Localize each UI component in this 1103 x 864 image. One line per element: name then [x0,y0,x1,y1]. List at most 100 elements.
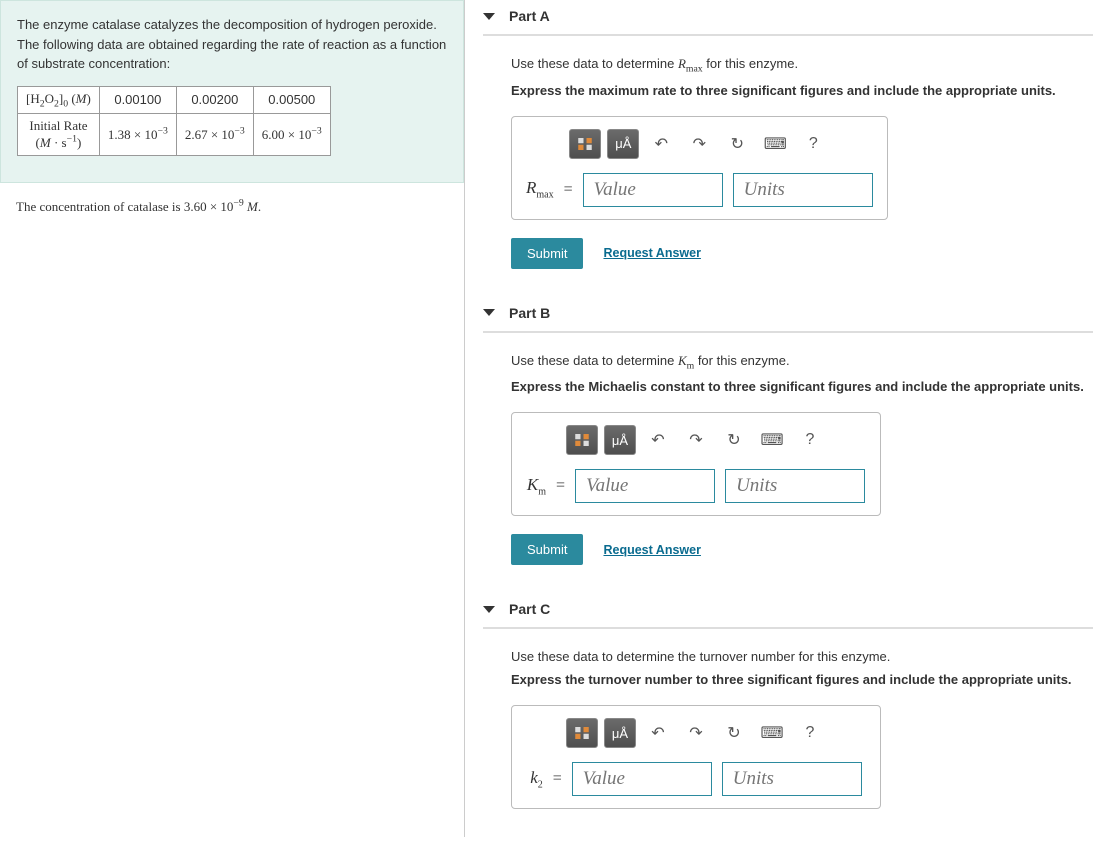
redo-button[interactable]: ↷ [680,425,712,455]
template-button[interactable] [566,718,598,748]
undo-button[interactable]: ↶ [642,718,674,748]
table-row: [H2O2]0 (M) 0.00100 0.00200 0.00500 [18,86,331,114]
input-row: Rmax = [526,173,873,207]
undo-button[interactable]: ↶ [645,129,677,159]
part-c-header[interactable]: Part C [483,593,1093,629]
keyboard-icon: ⌨ [760,723,783,743]
part-a-answer-box: μÅ ↶ ↷ ↻ ⌨ ? Rmax = [511,116,888,220]
answer-toolbar: μÅ ↶ ↷ ↻ ⌨ ? [526,718,866,748]
keyboard-button[interactable]: ⌨ [759,129,791,159]
table-cell: 6.00 × 10−3 [253,114,330,156]
reset-icon: ↻ [727,723,740,743]
table-row: Initial Rate(M · s−1) 1.38 × 10−3 2.67 ×… [18,114,331,156]
submit-row: Submit Request Answer [511,238,1093,269]
template-button[interactable] [566,425,598,455]
table-cell: 0.00200 [176,86,253,114]
units-button[interactable]: μÅ [604,718,636,748]
units-input[interactable] [733,173,873,207]
undo-icon: ↶ [655,134,668,154]
submit-button[interactable]: Submit [511,238,583,269]
request-answer-link[interactable]: Request Answer [603,246,700,260]
value-input[interactable] [575,469,715,503]
redo-icon: ↷ [689,430,702,450]
left-panel: The enzyme catalase catalyzes the decomp… [0,0,465,837]
equals-sign: = [556,477,565,495]
help-icon: ? [806,431,815,449]
table-cell: 0.00500 [253,86,330,114]
caret-down-icon [483,606,495,613]
units-input[interactable] [722,762,862,796]
template-button[interactable] [569,129,601,159]
units-input[interactable] [725,469,865,503]
part-c-prompt: Use these data to determine the turnover… [511,649,1093,664]
value-input[interactable] [583,173,723,207]
submit-button[interactable]: Submit [511,534,583,565]
keyboard-icon: ⌨ [764,134,787,154]
row-header-rate: Initial Rate(M · s−1) [18,114,100,156]
answer-toolbar: μÅ ↶ ↷ ↻ ⌨ ? [526,129,873,159]
catalase-concentration: The concentration of catalase is 3.60 × … [0,183,464,228]
problem-statement-box: The enzyme catalase catalyzes the decomp… [0,0,464,183]
part-b-body: Use these data to determine Km for this … [483,353,1093,566]
data-table: [H2O2]0 (M) 0.00100 0.00200 0.00500 Init… [17,86,331,157]
reset-button[interactable]: ↻ [718,425,750,455]
table-cell: 2.67 × 10−3 [176,114,253,156]
part-b-header[interactable]: Part B [483,297,1093,333]
part-c-answer-box: μÅ ↶ ↷ ↻ ⌨ ? k2 = [511,705,881,809]
redo-button[interactable]: ↷ [680,718,712,748]
problem-intro: The enzyme catalase catalyzes the decomp… [17,15,447,74]
part-c: Part C Use these data to determine the t… [483,593,1093,809]
undo-icon: ↶ [651,723,664,743]
part-c-body: Use these data to determine the turnover… [483,649,1093,809]
equals-sign: = [564,181,573,199]
units-button[interactable]: μÅ [607,129,639,159]
units-button[interactable]: μÅ [604,425,636,455]
part-a-body: Use these data to determine Rmax for thi… [483,56,1093,269]
keyboard-button[interactable]: ⌨ [756,718,788,748]
undo-button[interactable]: ↶ [642,425,674,455]
submit-row: Submit Request Answer [511,534,1093,565]
right-panel: Part A Use these data to determine Rmax … [465,0,1103,837]
equals-sign: = [553,770,562,788]
row-header-concentration: [H2O2]0 (M) [18,86,100,114]
keyboard-icon: ⌨ [760,430,783,450]
keyboard-button[interactable]: ⌨ [756,425,788,455]
value-input[interactable] [572,762,712,796]
help-icon: ? [806,724,815,742]
table-cell: 0.00100 [99,86,176,114]
part-a-header[interactable]: Part A [483,0,1093,36]
part-c-instruction: Express the turnover number to three sig… [511,672,1093,687]
part-a: Part A Use these data to determine Rmax … [483,0,1093,269]
input-row: Km = [526,469,866,503]
part-b-instruction: Express the Michaelis constant to three … [511,379,1093,394]
part-a-title: Part A [509,8,550,24]
request-answer-link[interactable]: Request Answer [603,543,700,557]
help-icon: ? [809,135,818,153]
undo-icon: ↶ [651,430,664,450]
part-a-instruction: Express the maximum rate to three signif… [511,83,1093,98]
answer-toolbar: μÅ ↶ ↷ ↻ ⌨ ? [526,425,866,455]
redo-button[interactable]: ↷ [683,129,715,159]
redo-icon: ↷ [689,723,702,743]
input-row: k2 = [526,762,866,796]
part-b-title: Part B [509,305,550,321]
redo-icon: ↷ [693,134,706,154]
part-a-prompt: Use these data to determine Rmax for thi… [511,56,1093,75]
variable-label: k2 [530,768,543,790]
part-c-title: Part C [509,601,550,617]
caret-down-icon [483,309,495,316]
caret-down-icon [483,13,495,20]
table-cell: 1.38 × 10−3 [99,114,176,156]
help-button[interactable]: ? [794,718,826,748]
reset-button[interactable]: ↻ [721,129,753,159]
help-button[interactable]: ? [797,129,829,159]
reset-icon: ↻ [731,134,744,154]
part-b-answer-box: μÅ ↶ ↷ ↻ ⌨ ? Km = [511,412,881,516]
reset-icon: ↻ [727,430,740,450]
reset-button[interactable]: ↻ [718,718,750,748]
variable-label: Rmax [526,178,554,200]
variable-label: Km [527,475,546,497]
part-b: Part B Use these data to determine Km fo… [483,297,1093,566]
help-button[interactable]: ? [794,425,826,455]
part-b-prompt: Use these data to determine Km for this … [511,353,1093,372]
